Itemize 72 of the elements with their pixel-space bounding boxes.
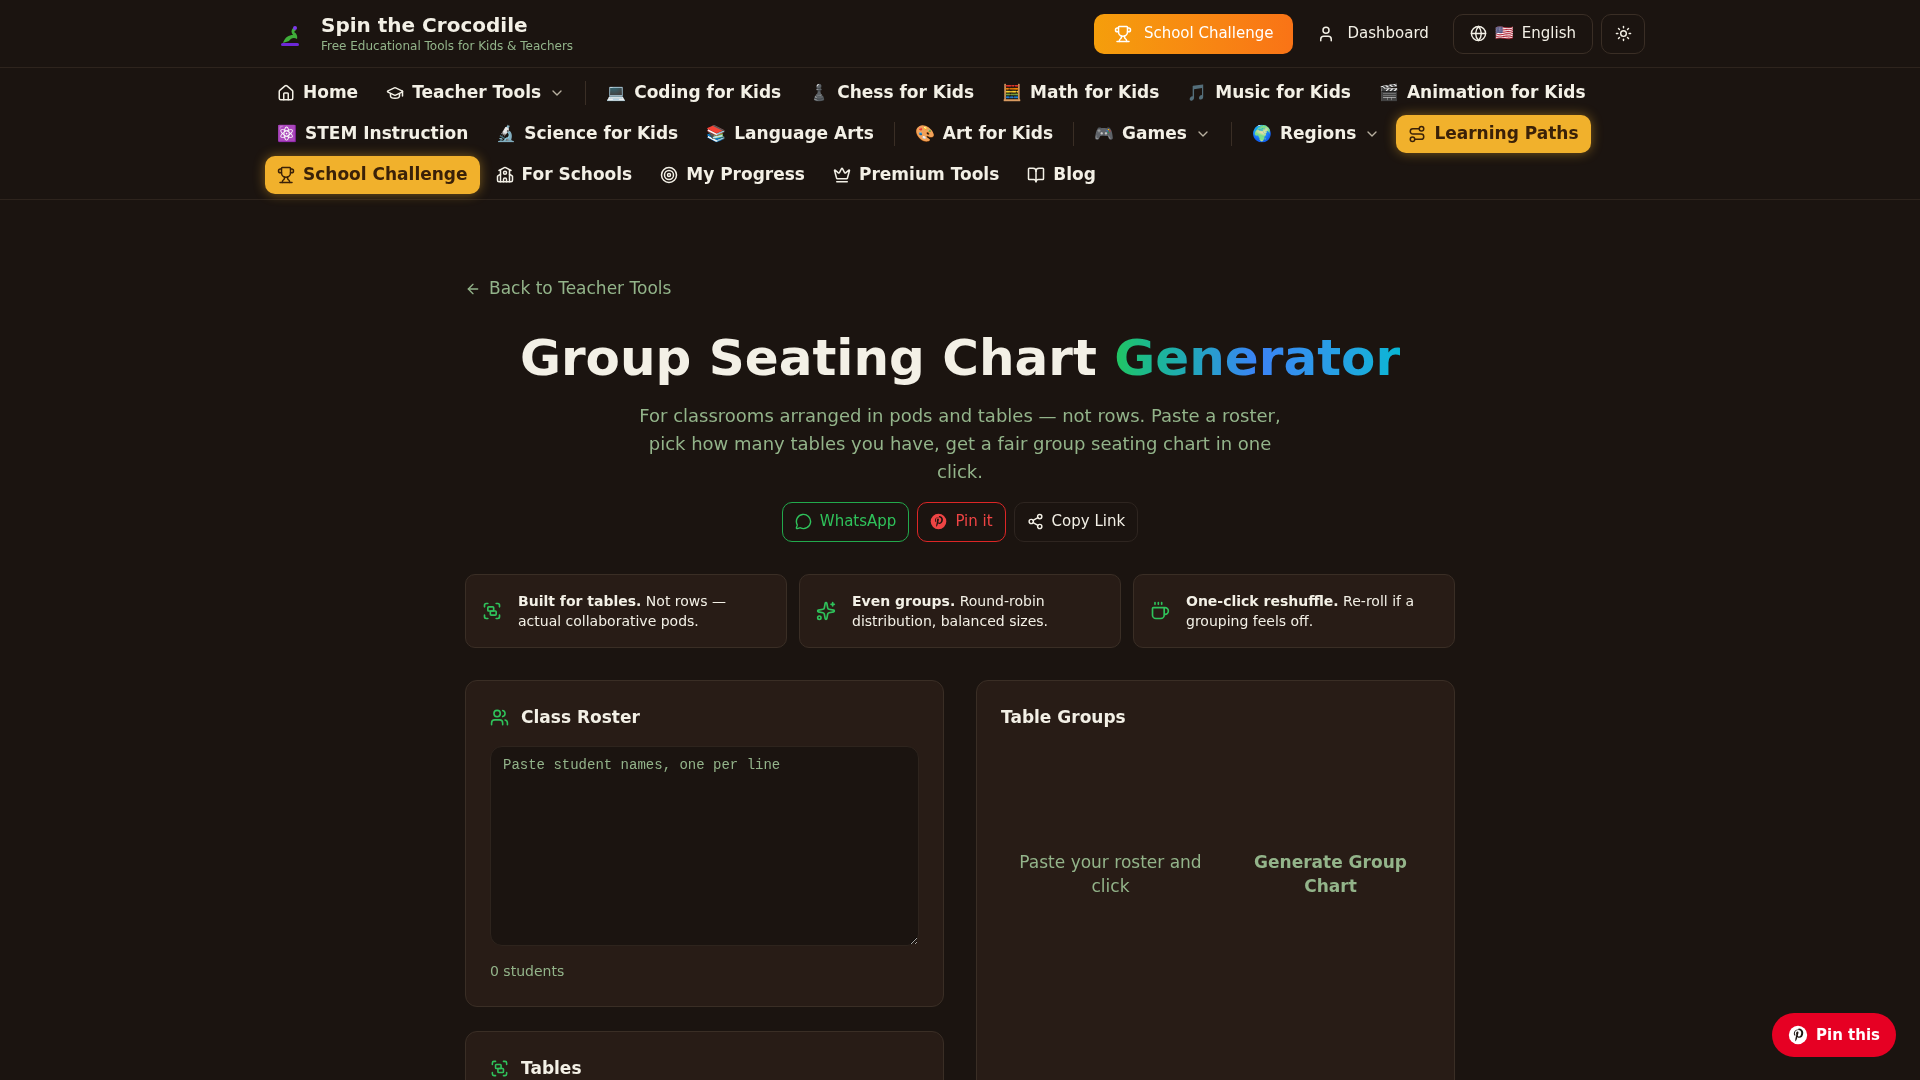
cup-icon [1150, 600, 1170, 621]
nav-link[interactable]: Home [265, 73, 371, 112]
nav-emoji-icon: ⚛ [277, 125, 297, 142]
pinterest-icon [930, 513, 948, 530]
group-icon [490, 1059, 509, 1079]
nav-emoji-icon: 🌍 [1251, 125, 1272, 142]
brand-name: Spin the Crocodile [321, 12, 529, 37]
flag-icon: 🇺🇸 [1494, 22, 1514, 45]
panel-title: Tables [521, 1057, 582, 1080]
panel-title: Table Groups [1001, 705, 1127, 729]
nav-link[interactable]: 🎮 Games [1082, 114, 1223, 153]
intro-text: For classrooms arranged in pods and tables — not rows. Paste a roster, pick how many tables you have, get a fair group seating chart in one click. [638, 403, 1282, 484]
theme-toggle[interactable] [1601, 13, 1645, 54]
empty-state-text: Paste your roster and click [1018, 851, 1203, 898]
nav-link[interactable]: Premium Tools [821, 155, 1012, 194]
school-icon [495, 165, 514, 184]
nav-link[interactable]: 🌍 Regions [1239, 114, 1393, 153]
home-icon [277, 83, 295, 102]
nav-emoji-icon: 📚 [706, 125, 727, 142]
back-link[interactable]: Back to Teacher Tools [465, 276, 672, 302]
feature-text: One-click reshuffle. Re-roll if a grouping feels off. [1186, 591, 1415, 631]
trophy-icon [277, 165, 295, 184]
trophy-icon [1113, 24, 1132, 43]
nav-link[interactable]: 🎨 Art for Kids [902, 114, 1066, 153]
share-icon [1026, 513, 1044, 530]
pin-it-button[interactable]: Pin it [917, 501, 1006, 542]
nav-link[interactable]: 🎵 Music for Kids [1175, 73, 1363, 112]
whatsapp-button[interactable]: WhatsApp [781, 501, 910, 542]
nav-emoji-icon: 🔬 [496, 125, 517, 142]
target-icon [660, 165, 679, 184]
nav-link[interactable]: My Progress [648, 155, 817, 194]
nav-link[interactable]: School Challenge [265, 155, 480, 194]
nav-link[interactable]: Learning Paths [1396, 114, 1591, 153]
roster-input[interactable]: Paste student names, one per line [490, 746, 919, 946]
language-selector[interactable]: 🇺🇸 English [1452, 13, 1593, 54]
pin-this-button[interactable]: Pin this [1772, 1013, 1896, 1057]
nav-emoji-icon: 🎬 [1378, 84, 1399, 101]
student-count: 0 students [490, 962, 566, 981]
chat-bubble-icon [794, 513, 812, 530]
nav-link[interactable]: For Schools [483, 155, 645, 194]
nav-emoji-icon: 🧮 [1002, 84, 1023, 101]
dashboard-link[interactable]: Dashboard [1301, 13, 1445, 54]
nav-emoji-icon: 🎵 [1187, 84, 1208, 101]
book-icon [1027, 165, 1046, 184]
nav-link[interactable]: 💻 Coding for Kids [594, 73, 794, 112]
nav-emoji-icon: 🎮 [1094, 125, 1115, 142]
sun-icon [1614, 25, 1632, 42]
copy-link-button[interactable]: Copy Link [1013, 501, 1139, 542]
nav-emoji-icon: 💻 [606, 84, 627, 101]
nav-emoji-icon: 🎨 [914, 125, 935, 142]
nav-link[interactable]: 🎬 Animation for Kids [1366, 73, 1598, 112]
group-icon [482, 600, 502, 621]
users-icon [490, 707, 509, 727]
globe-icon [1469, 25, 1487, 42]
route-icon [1408, 124, 1427, 143]
generate-hint: Generate Group Chart [1253, 851, 1408, 898]
page-title: Group Seating Chart Generator [518, 327, 1402, 389]
nav-emoji-icon: ♟ [809, 84, 830, 101]
nav-link[interactable]: ⚛ STEM Instruction [265, 114, 481, 153]
pinterest-icon [1788, 1025, 1809, 1045]
sparkles-icon [816, 600, 836, 621]
nav-link[interactable]: 🧮 Math for Kids [990, 73, 1172, 112]
feature-text: Built for tables. Not rows — actual collaborative pods. [518, 591, 728, 631]
panel-title: Class Roster [521, 705, 640, 729]
crown-icon [833, 165, 851, 184]
nav-link[interactable]: Teacher Tools [374, 73, 578, 112]
nav-link[interactable]: Blog [1015, 155, 1108, 194]
brand-tagline: Free Educational Tools for Kids & Teachers [321, 37, 574, 55]
nav-link[interactable]: ♟ Chess for Kids [797, 73, 987, 112]
nav-link[interactable]: 📚 Language Arts [694, 114, 886, 153]
nav-link[interactable]: 🔬 Science for Kids [484, 114, 691, 153]
feature-text: Even groups. Round-robin distribution, balanced sizes. [852, 591, 1050, 631]
